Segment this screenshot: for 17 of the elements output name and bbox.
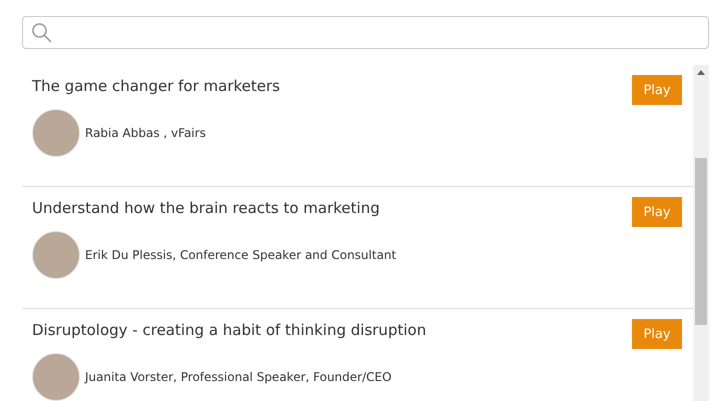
avatar-placeholder: [32, 231, 80, 279]
avatar-placeholder: [32, 353, 80, 401]
avatar-placeholder: [32, 109, 80, 157]
session-title: The game changer for marketers: [32, 76, 281, 96]
speaker-name: Rabia Abbas , vFairs: [85, 126, 206, 140]
scrollbar[interactable]: [693, 65, 709, 401]
speaker-name: Erik Du Plessis, Conference Speaker and Consultant: [85, 248, 396, 262]
scroll-up-icon[interactable]: [697, 70, 705, 75]
play-button[interactable]: Play: [632, 75, 682, 105]
search-field[interactable]: [22, 16, 709, 49]
search-icon: [31, 22, 53, 44]
play-button[interactable]: Play: [632, 197, 682, 227]
scrollbar-thumb[interactable]: [695, 158, 707, 325]
session-title: Disruptology - creating a habit of thinking disruption: [32, 320, 428, 340]
play-button[interactable]: Play: [632, 319, 682, 349]
speaker-name: Juanita Vorster, Professional Speaker, Founder/CEO: [85, 370, 392, 384]
session-title: Understand how the brain reacts to marketing: [32, 198, 381, 218]
